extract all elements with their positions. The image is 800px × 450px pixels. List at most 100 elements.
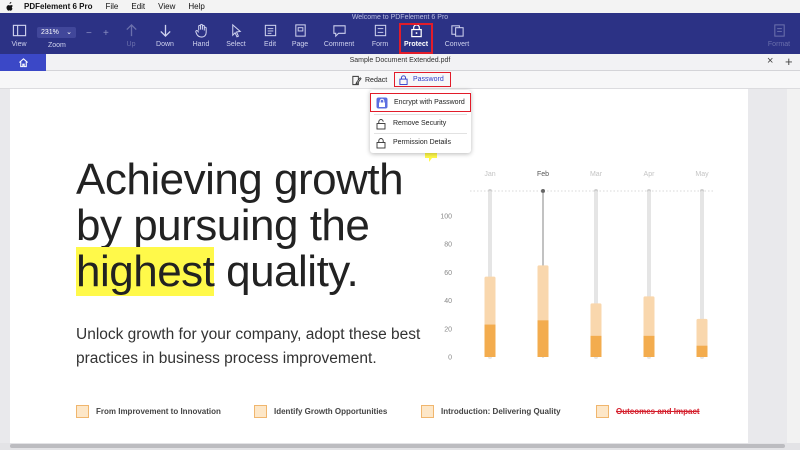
feature-link-growth[interactable]: Identify Growth Opportunities [254,404,387,418]
select-button-label: Select [226,41,246,48]
redact-button-label: Redact [365,76,388,84]
hand-button-label: Hand [192,41,210,48]
edit-button[interactable]: Edit [253,23,287,53]
x-tick-label: May [695,171,709,178]
feature-icon [596,404,609,418]
permission-details-label: Permission Details [393,139,451,146]
redact-button[interactable]: Redact [351,73,387,87]
apple-logo-icon[interactable] [5,2,14,11]
arrow-down-icon [159,24,171,38]
redact-icon [352,75,362,85]
zoom-out-button[interactable]: − [86,28,92,39]
password-button-label: Password [413,76,444,83]
convert-icon [450,25,464,37]
lock-icon [376,137,386,148]
bar-mar-series-2 [590,335,602,357]
format-button-label: Format [767,41,791,48]
format-button[interactable]: Format [762,23,796,53]
menu-edit[interactable]: Edit [131,2,145,11]
zoom-in-button[interactable]: + [103,28,109,39]
view-button-label: View [11,41,27,48]
horizontal-scrollbar[interactable] [10,444,785,448]
x-tick-label: Jan [484,171,495,178]
y-tick-label: 40 [444,298,452,305]
select-button[interactable]: Select [219,23,253,53]
zoom-select[interactable]: 231% ⌄ [37,27,76,38]
y-tick-label: 80 [444,242,452,249]
down-button[interactable]: Down [148,23,182,53]
edit-button-label: Edit [263,41,277,48]
y-tick-label: 60 [444,270,452,277]
comment-icon [332,25,346,38]
page-button[interactable]: Page [283,23,317,53]
feature-link-introduction[interactable]: Introduction: Delivering Quality [421,404,561,418]
form-icon [374,24,386,37]
headline-line-3: highest quality. [76,247,436,296]
feature-icon [76,404,89,418]
add-tab-icon[interactable]: + [785,54,793,69]
remove-security-label: Remove Security [393,120,447,127]
lock-icon [376,97,388,108]
edit-icon [264,24,276,37]
permission-details-item[interactable]: Permission Details [370,133,471,152]
encrypt-with-password-label: Encrypt with Password [394,99,465,106]
category-marker [541,189,545,193]
y-tick-label: 0 [448,355,452,362]
comment-button-label: Comment [323,41,355,48]
up-button[interactable]: Up [114,23,148,53]
protect-subtoolbar: Redact Password [0,71,800,89]
view-button[interactable]: View [2,23,36,53]
menu-view[interactable]: View [158,2,175,11]
encrypt-with-password-item[interactable]: Encrypt with Password [370,93,471,112]
bar-may-series-2 [696,345,708,357]
close-tab-icon[interactable]: × [767,55,773,67]
bar-jan-series-2 [484,324,496,357]
sidebar-icon [12,24,26,37]
headline-line-2: by pursuing the [76,201,370,250]
page-subtext: Unlock growth for your company, adopt th… [76,326,421,367]
form-button[interactable]: Form [363,23,397,53]
down-button-label: Down [156,41,174,48]
up-button-label: Up [126,41,136,48]
page-button-label: Page [291,41,309,48]
hand-button[interactable]: Hand [184,23,218,53]
password-button[interactable]: Password [394,72,451,87]
remove-security-item[interactable]: Remove Security [370,114,471,133]
comment-button[interactable]: Comment [322,23,356,53]
page-headline: Achieving growth by pursuing the highest… [76,157,436,296]
unlock-icon [376,118,386,129]
menu-app-name[interactable]: PDFelement 6 Pro [24,2,92,11]
growth-bar-chart: Jan Feb Mar Apr May 100 80 60 40 20 0 [440,171,713,362]
feature-label: From Improvement to Innovation [96,406,221,416]
feature-icon [254,404,267,418]
password-dropdown-menu: Encrypt with Password Remove Security Pe… [370,90,471,153]
cursor-icon [231,23,241,38]
menu-file[interactable]: File [105,2,118,11]
lock-icon [399,74,408,85]
feature-link-improvement[interactable]: From Improvement to Innovation [76,404,221,418]
convert-button[interactable]: Convert [440,23,474,53]
zoom-label: Zoom [48,42,66,49]
highlighted-text: highest [76,247,215,296]
feature-label: Introduction: Delivering Quality [441,406,561,416]
document-tab-bar: Sample Document Extended.pdf × + [0,54,800,71]
feature-icon [421,404,434,418]
y-tick-label: 20 [444,326,452,333]
feature-link-outcomes[interactable]: Outcomes and Impact [596,404,700,418]
x-tick-label: Apr [644,171,656,178]
bar-apr-series-2 [643,335,655,357]
form-button-label: Form [371,41,389,48]
y-tick-label: 100 [440,214,452,221]
hand-icon [194,23,207,38]
feature-label: Outcomes and Impact [616,406,700,416]
bar-feb-series-2 [537,320,549,357]
comment-balloon-icon[interactable] [425,152,437,163]
document-tab-title[interactable]: Sample Document Extended.pdf [0,57,800,64]
vertical-scrollbar[interactable] [787,89,800,443]
mac-menu-bar: PDFelement 6 Pro File Edit View Help [0,0,800,13]
page-icon [294,24,306,37]
chevron-down-icon: ⌄ [66,29,72,36]
format-icon [773,24,785,37]
feature-label: Identify Growth Opportunities [274,406,388,416]
menu-help[interactable]: Help [188,2,204,11]
